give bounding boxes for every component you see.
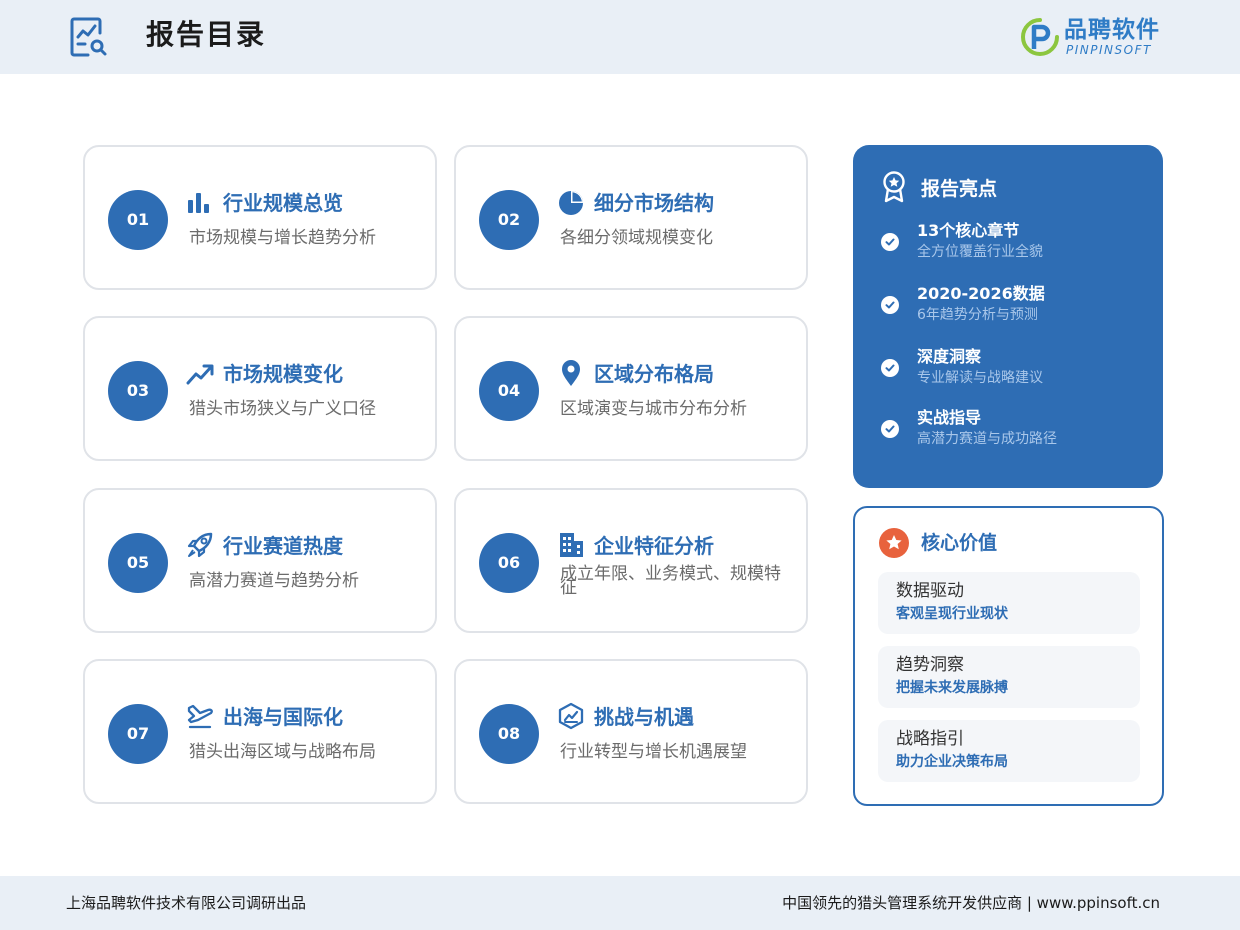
chart-search-icon xyxy=(70,17,107,57)
value-item: 趋势洞察 把握未来发展脉搏 xyxy=(878,646,1140,708)
footer-bar: 上海品聘软件技术有限公司调研出品 中国领先的猎头管理系统开发供应商 | www.… xyxy=(0,876,1240,930)
core-values-title: 核心价值 xyxy=(921,532,998,554)
section-number: 03 xyxy=(108,361,168,421)
trend-up-icon xyxy=(186,364,214,385)
section-title: 细分市场结构 xyxy=(594,191,714,215)
section-number: 07 xyxy=(108,704,168,764)
highlight-sub: 全方位覆盖行业全貌 xyxy=(917,244,1043,260)
star-badge-icon xyxy=(879,528,909,558)
value-main: 数据驱动 xyxy=(896,581,964,601)
footer-company: 上海品聘软件技术有限公司调研出品 xyxy=(66,894,307,912)
check-circle-icon xyxy=(881,233,899,251)
rocket-icon xyxy=(187,532,213,558)
section-number: 01 xyxy=(108,190,168,250)
highlight-main: 13个核心章节 xyxy=(917,221,1020,240)
section-title: 挑战与机遇 xyxy=(594,705,694,729)
company-logo: 品聘软件 PINPINSOFT xyxy=(1018,14,1178,60)
section-desc: 猎头出海区域与战略布局 xyxy=(189,742,376,762)
section-desc: 区域演变与城市分布分析 xyxy=(560,399,747,419)
footer-slogan: 中国领先的猎头管理系统开发供应商 | www.ppinsoft.cn xyxy=(782,894,1160,912)
value-sub: 把握未来发展脉搏 xyxy=(896,680,1008,696)
highlight-main: 深度洞察 xyxy=(917,347,982,366)
check-circle-icon xyxy=(881,359,899,377)
logo-name-cn: 品聘软件 xyxy=(1064,17,1160,43)
section-number: 05 xyxy=(108,533,168,593)
highlight-sub: 高潜力赛道与成功路径 xyxy=(917,431,1057,447)
value-sub: 客观呈现行业现状 xyxy=(896,606,1008,622)
section-title: 企业特征分析 xyxy=(594,534,714,558)
section-number: 08 xyxy=(479,704,539,764)
section-card-05[interactable]: 05 行业赛道热度 高潜力赛道与趋势分析 xyxy=(83,488,437,633)
value-item: 战略指引 助力企业决策布局 xyxy=(878,720,1140,782)
section-number: 02 xyxy=(479,190,539,250)
section-number: 04 xyxy=(479,361,539,421)
logo-name-en: PINPINSOFT xyxy=(1066,43,1152,57)
award-ribbon-icon xyxy=(883,171,905,203)
section-desc: 行业转型与增长机遇展望 xyxy=(560,742,747,762)
value-main: 战略指引 xyxy=(896,729,964,749)
header-bar: 报告目录 品聘软件 PINPINSOFT xyxy=(0,0,1240,74)
highlight-item: 深度洞察 专业解读与战略建议 xyxy=(881,346,1151,392)
highlights-title: 报告亮点 xyxy=(921,178,998,200)
section-title: 出海与国际化 xyxy=(223,705,343,729)
section-card-03[interactable]: 03 市场规模变化 猎头市场狭义与广义口径 xyxy=(83,316,437,461)
section-title: 市场规模变化 xyxy=(223,362,343,386)
highlights-panel: 报告亮点 13个核心章节 全方位覆盖行业全貌 2020-2026数据 6年趋势分… xyxy=(853,145,1163,488)
pinpin-logo-mark xyxy=(1021,18,1059,56)
value-main: 趋势洞察 xyxy=(896,655,964,675)
highlight-sub: 专业解读与战略建议 xyxy=(917,370,1043,386)
highlight-item: 13个核心章节 全方位覆盖行业全貌 xyxy=(881,220,1151,266)
section-number: 06 xyxy=(479,533,539,593)
hexagon-chart-icon xyxy=(558,702,584,730)
section-title: 区域分布格局 xyxy=(594,362,714,386)
section-desc: 猎头市场狭义与广义口径 xyxy=(189,399,376,419)
highlight-main: 2020-2026数据 xyxy=(917,284,1045,303)
value-item: 数据驱动 客观呈现行业现状 xyxy=(878,572,1140,634)
value-sub: 助力企业决策布局 xyxy=(896,754,1008,770)
section-desc: 成立年限、业务模式、规模特征 xyxy=(560,564,781,598)
core-values-panel: 核心价值 数据驱动 客观呈现行业现状 趋势洞察 把握未来发展脉搏 战略指引 助力… xyxy=(853,506,1164,806)
section-card-01[interactable]: 01 行业规模总览 市场规模与增长趋势分析 xyxy=(83,145,437,290)
plane-icon xyxy=(187,704,213,729)
check-circle-icon xyxy=(881,296,899,314)
check-circle-icon xyxy=(881,420,899,438)
section-card-06[interactable]: 06 企业特征分析 成立年限、业务模式、规模特征 xyxy=(454,488,808,633)
highlight-item: 2020-2026数据 6年趋势分析与预测 xyxy=(881,283,1151,329)
bar-chart-icon xyxy=(188,193,209,213)
section-desc: 市场规模与增长趋势分析 xyxy=(189,228,376,248)
section-card-07[interactable]: 07 出海与国际化 猎头出海区域与战略布局 xyxy=(83,659,437,804)
highlight-item: 实战指导 高潜力赛道与成功路径 xyxy=(881,407,1151,453)
section-card-04[interactable]: 04 区域分布格局 区域演变与城市分布分析 xyxy=(454,316,808,461)
section-title: 行业赛道热度 xyxy=(223,534,343,558)
page-title: 报告目录 xyxy=(146,18,267,51)
section-card-02[interactable]: 02 细分市场结构 各细分领域规模变化 xyxy=(454,145,808,290)
section-desc: 高潜力赛道与趋势分析 xyxy=(189,571,359,591)
highlight-sub: 6年趋势分析与预测 xyxy=(917,307,1038,323)
section-desc: 各细分领域规模变化 xyxy=(560,228,713,248)
section-title: 行业规模总览 xyxy=(223,191,343,215)
building-icon xyxy=(560,533,583,557)
highlight-main: 实战指导 xyxy=(917,408,982,427)
pie-chart-icon xyxy=(559,191,583,215)
map-pin-icon xyxy=(562,360,580,386)
section-card-08[interactable]: 08 挑战与机遇 行业转型与增长机遇展望 xyxy=(454,659,808,804)
